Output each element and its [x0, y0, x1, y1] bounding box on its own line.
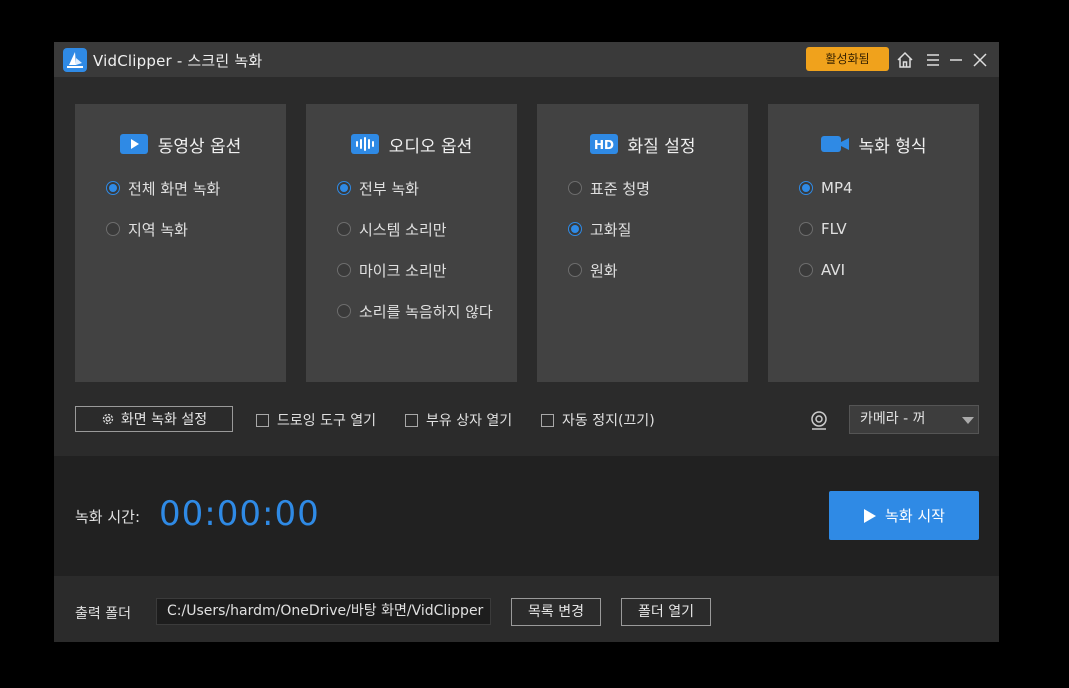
radio-icon[interactable]	[106, 222, 120, 236]
output-path-field[interactable]: C:/Users/hardm/OneDrive/바탕 화면/VidClipper	[156, 598, 491, 625]
option-label: 지역 녹화	[128, 220, 188, 239]
radio-icon[interactable]	[568, 222, 582, 236]
auto-stop-checkbox[interactable]: 자동 정지(끄기)	[541, 412, 655, 429]
minimize-icon[interactable]	[946, 50, 966, 70]
radio-high-quality[interactable]: 고화질	[568, 219, 631, 239]
activated-button[interactable]: 활성화됨	[806, 47, 889, 71]
panel-title: 동영상 옵션	[157, 136, 242, 157]
quality-panel: HD 화질 설정 표준 청명 고화질 원화	[537, 104, 748, 382]
panel-title: 녹화 형식	[858, 136, 927, 157]
radio-icon[interactable]	[337, 222, 351, 236]
camera-select[interactable]: 카메라 - 꺼	[849, 405, 979, 434]
output-folder-label: 출력 폴더	[75, 606, 131, 622]
checkbox-label: 자동 정지(끄기)	[562, 413, 655, 429]
radio-icon[interactable]	[568, 263, 582, 277]
hd-icon-text: HD	[594, 138, 614, 152]
panel-header: HD 화질 설정	[537, 131, 748, 157]
option-label: 마이크 소리만	[359, 261, 447, 280]
checkbox-label: 드로잉 도구 열기	[277, 413, 377, 429]
start-recording-label: 녹화 시작	[885, 507, 945, 525]
window-title: VidClipper - 스크린 녹화	[93, 52, 263, 70]
radio-icon[interactable]	[106, 181, 120, 195]
app-logo-icon	[63, 48, 87, 72]
radio-record-all[interactable]: 전부 녹화	[337, 178, 419, 198]
checkbox-icon[interactable]	[256, 413, 269, 427]
hd-icon: HD	[589, 134, 618, 154]
radio-mp4[interactable]: MP4	[799, 178, 853, 198]
recording-area: 녹화 시간: 00:00:00 녹화 시작	[54, 456, 999, 576]
title-bar[interactable]: VidClipper - 스크린 녹화 활성화됨	[54, 42, 999, 77]
gear-icon	[102, 413, 114, 425]
open-folder-button[interactable]: 폴더 열기	[621, 598, 711, 626]
option-label: AVI	[821, 261, 845, 279]
radio-mic-only[interactable]: 마이크 소리만	[337, 260, 447, 280]
checkbox-icon[interactable]	[405, 413, 418, 427]
audio-options-panel: 오디오 옵션 전부 녹화 시스템 소리만 마이크 소리만 소리를 녹음하지 않다	[306, 104, 517, 382]
panel-title: 오디오 옵션	[388, 136, 473, 157]
option-label: 전부 녹화	[359, 179, 419, 198]
chevron-down-icon[interactable]	[962, 417, 974, 424]
radio-flv[interactable]: FLV	[799, 219, 847, 239]
settings-button-label: 화면 녹화 설정	[120, 412, 208, 428]
checkbox-label: 부유 상자 열기	[426, 413, 513, 429]
camera-icon	[820, 136, 849, 152]
radio-icon[interactable]	[337, 181, 351, 195]
recording-time-value: 00:00:00	[159, 494, 320, 534]
radio-standard[interactable]: 표준 청명	[568, 178, 650, 198]
option-label: FLV	[821, 220, 847, 238]
menu-icon[interactable]	[923, 50, 943, 70]
radio-icon[interactable]	[337, 263, 351, 277]
drawing-tool-checkbox[interactable]: 드로잉 도구 열기	[256, 412, 377, 429]
camera-select-value: 카메라 - 꺼	[860, 411, 926, 427]
panel-header: 녹화 형식	[768, 131, 979, 157]
video-play-icon	[119, 134, 148, 154]
option-label: 원화	[590, 261, 618, 280]
video-options-panel: 동영상 옵션 전체 화면 녹화 지역 녹화	[75, 104, 286, 382]
option-label: 고화질	[590, 220, 632, 239]
radio-region[interactable]: 지역 녹화	[106, 219, 188, 239]
webcam-icon	[808, 410, 830, 432]
panel-title: 화질 설정	[627, 136, 696, 157]
radio-original[interactable]: 원화	[568, 260, 618, 280]
panel-header: 동영상 옵션	[75, 131, 286, 157]
option-label: 전체 화면 녹화	[128, 179, 221, 198]
checkbox-icon[interactable]	[541, 413, 554, 427]
radio-icon[interactable]	[568, 181, 582, 195]
play-icon	[864, 508, 877, 523]
start-recording-button[interactable]: 녹화 시작	[829, 491, 979, 540]
format-panel: 녹화 형식 MP4 FLV AVI	[768, 104, 979, 382]
change-folder-button[interactable]: 목록 변경	[511, 598, 601, 626]
radio-avi[interactable]: AVI	[799, 260, 845, 280]
home-icon[interactable]	[895, 50, 915, 70]
recording-time-label: 녹화 시간:	[75, 508, 141, 526]
app-window: VidClipper - 스크린 녹화 활성화됨 동영상 옵션 전체 화면 녹화	[54, 42, 999, 642]
radio-icon[interactable]	[799, 263, 813, 277]
close-icon[interactable]	[970, 50, 990, 70]
floating-box-checkbox[interactable]: 부유 상자 열기	[405, 412, 513, 429]
option-label: 소리를 녹음하지 않다	[359, 302, 493, 321]
panel-header: 오디오 옵션	[306, 131, 517, 157]
radio-system-only[interactable]: 시스템 소리만	[337, 219, 447, 239]
radio-no-audio[interactable]: 소리를 녹음하지 않다	[337, 301, 493, 321]
screen-record-settings-button[interactable]: 화면 녹화 설정	[75, 406, 233, 432]
radio-icon[interactable]	[799, 222, 813, 236]
option-label: MP4	[821, 179, 853, 197]
radio-icon[interactable]	[337, 304, 351, 318]
option-label: 표준 청명	[590, 179, 650, 198]
option-label: 시스템 소리만	[359, 220, 447, 239]
audio-wave-icon	[350, 134, 379, 154]
radio-fullscreen[interactable]: 전체 화면 녹화	[106, 178, 220, 198]
radio-icon[interactable]	[799, 181, 813, 195]
